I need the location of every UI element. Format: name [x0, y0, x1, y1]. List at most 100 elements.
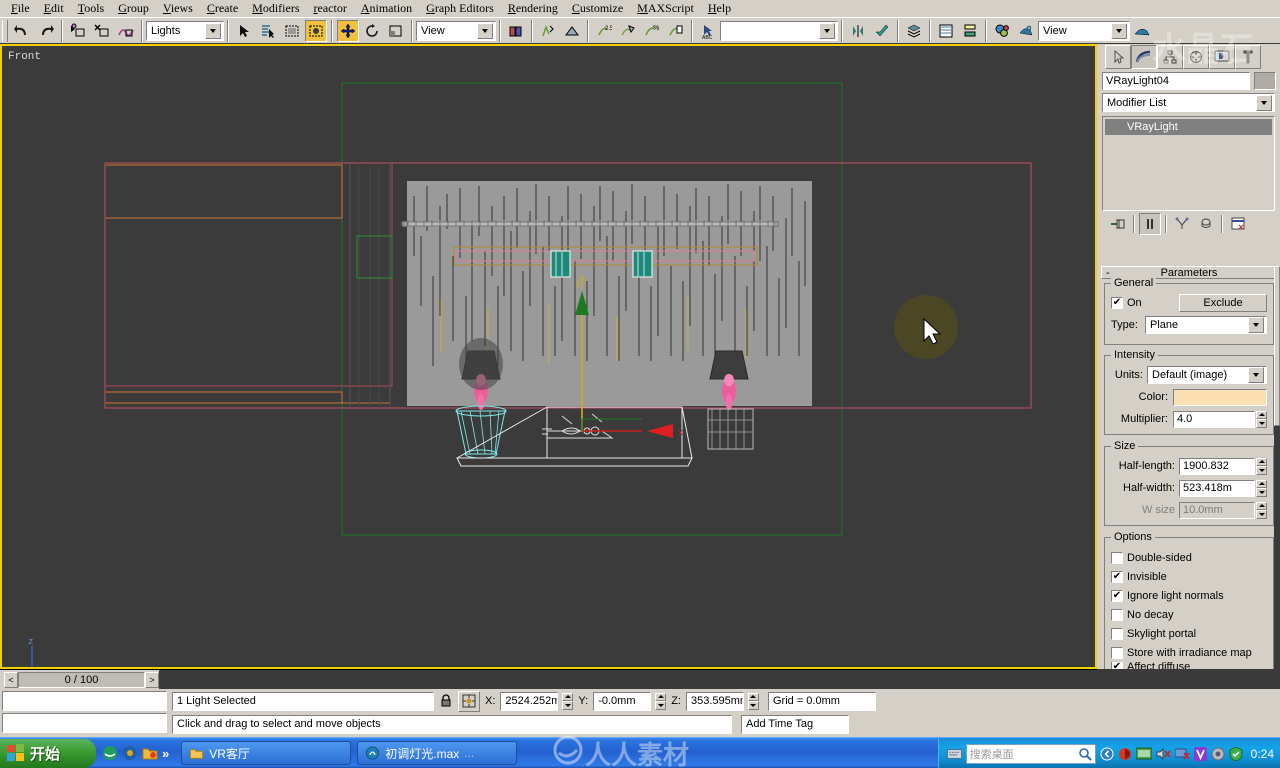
- menu-item-help[interactable]: Help: [701, 0, 738, 17]
- option-double-sided[interactable]: Double-sided: [1111, 548, 1267, 567]
- menu-item-file[interactable]: File: [4, 0, 37, 17]
- security-icon[interactable]: [1229, 746, 1243, 761]
- menu-item-create[interactable]: Create: [200, 0, 245, 17]
- render-setup-icon[interactable]: [1015, 19, 1037, 42]
- clock[interactable]: 0:24: [1251, 747, 1274, 761]
- select-and-rotate-icon[interactable]: [361, 19, 383, 42]
- time-slider[interactable]: < 0 / 100 >: [4, 671, 159, 688]
- percent-snap-icon[interactable]: %: [641, 19, 663, 42]
- redo-icon[interactable]: [35, 19, 57, 42]
- layer-manager-icon[interactable]: [903, 19, 925, 42]
- mirror-tool-icon[interactable]: [847, 19, 869, 42]
- double-sided-checkbox[interactable]: [1111, 551, 1123, 564]
- option-no-decay[interactable]: No decay: [1111, 605, 1267, 624]
- multiplier-field[interactable]: 4.0: [1173, 410, 1255, 428]
- modifier-list-combo[interactable]: Modifier List: [1102, 93, 1275, 112]
- selection-lock-icon[interactable]: [437, 690, 455, 712]
- network-disconnected-icon[interactable]: [1174, 747, 1190, 761]
- scrollbar-thumb[interactable]: [1274, 266, 1280, 426]
- browser-icon[interactable]: [102, 745, 118, 761]
- taskbar-item-max-file[interactable]: 初调灯光.max ...: [357, 741, 518, 765]
- menu-item-maxscript[interactable]: MAXScript: [630, 0, 701, 17]
- unlink-icon[interactable]: [91, 19, 113, 42]
- v-icon[interactable]: [1193, 746, 1207, 761]
- units-combo[interactable]: Default (image): [1147, 366, 1267, 384]
- menu-item-modifiers[interactable]: Modifiers: [245, 0, 306, 17]
- modifier-stack[interactable]: VRayLight: [1102, 116, 1275, 211]
- track-bar[interactable]: [159, 669, 1097, 690]
- network-icon[interactable]: [1135, 747, 1152, 760]
- search-input[interactable]: 搜索桌面: [965, 743, 1096, 764]
- menu-item-graph-editors[interactable]: Graph Editors: [419, 0, 501, 17]
- use-pivot-center-icon[interactable]: [505, 19, 527, 42]
- viewport-front[interactable]: Front y x z: [0, 44, 1097, 669]
- hierarchy-tab[interactable]: [1157, 45, 1183, 69]
- object-color-swatch[interactable]: [1254, 72, 1276, 90]
- utilities-tab[interactable]: [1235, 45, 1261, 69]
- undo-icon[interactable]: [11, 19, 33, 42]
- snap-toggle-icon[interactable]: [537, 19, 559, 42]
- object-name-field[interactable]: VRayLight04: [1102, 72, 1250, 90]
- named-selection-sets-combo[interactable]: [720, 20, 838, 41]
- next-frame-arrow-icon[interactable]: >: [145, 671, 159, 688]
- absolute-relative-transform-icon[interactable]: [458, 690, 480, 712]
- option-ignore-light-normals[interactable]: ✔ Ignore light normals: [1111, 586, 1267, 605]
- half-length-spinner[interactable]: [1256, 457, 1267, 475]
- light-type-combo[interactable]: Plane: [1145, 316, 1267, 334]
- x-coordinate-field[interactable]: 2524.252m: [500, 691, 559, 711]
- skylight-portal-checkbox[interactable]: [1111, 627, 1123, 640]
- show-hidden-icon[interactable]: [1100, 747, 1114, 761]
- material-editor-icon[interactable]: [991, 19, 1013, 42]
- select-link-icon[interactable]: [67, 19, 89, 42]
- spinner-snap-icon[interactable]: [665, 19, 687, 42]
- select-object-icon[interactable]: [233, 19, 255, 42]
- command-panel-scrollbar[interactable]: [1274, 266, 1280, 669]
- collapse-icon[interactable]: -: [1106, 267, 1110, 279]
- bind-spacewarp-icon[interactable]: [115, 19, 137, 42]
- option-affect-diffuse[interactable]: ✔ Affect diffuse: [1111, 662, 1267, 669]
- menu-item-views[interactable]: Views: [156, 0, 200, 17]
- menu-item-rendering[interactable]: Rendering: [501, 0, 565, 17]
- z-spinner[interactable]: [747, 692, 759, 710]
- option-invisible[interactable]: ✔ Invisible: [1111, 567, 1267, 586]
- edit-named-selections-icon[interactable]: ABC: [697, 19, 719, 42]
- menu-item-edit[interactable]: Edit: [37, 0, 71, 17]
- curve-editor-icon[interactable]: [935, 19, 957, 42]
- menu-item-customize[interactable]: Customize: [565, 0, 630, 17]
- taskbar-item-vr-living-room[interactable]: VR客厅: [181, 741, 352, 765]
- reference-coordinate-system-combo[interactable]: View: [416, 20, 496, 41]
- modifier-stack-item-vraylight[interactable]: VRayLight: [1105, 119, 1272, 135]
- chevron-down-icon[interactable]: [1256, 94, 1272, 111]
- previous-frame-arrow-icon[interactable]: <: [4, 671, 18, 688]
- rectangular-selection-icon[interactable]: [281, 19, 303, 42]
- no-decay-checkbox[interactable]: [1111, 608, 1123, 621]
- listener-line-2[interactable]: [2, 713, 167, 733]
- half-width-field[interactable]: 523.418m: [1179, 479, 1255, 497]
- chevron-down-icon[interactable]: [205, 22, 221, 39]
- overflow-label[interactable]: »: [162, 746, 169, 761]
- option-skylight-portal[interactable]: Skylight portal: [1111, 624, 1267, 643]
- chevron-down-icon[interactable]: [1248, 317, 1264, 333]
- volume-muted-icon[interactable]: [1156, 747, 1171, 761]
- multiplier-spinner[interactable]: [1256, 410, 1267, 428]
- pin-stack-icon[interactable]: [1107, 213, 1129, 235]
- make-unique-icon[interactable]: [1171, 213, 1193, 235]
- render-production-icon[interactable]: [1131, 19, 1153, 42]
- window-crossing-icon[interactable]: [305, 19, 327, 42]
- show-end-result-icon[interactable]: [1139, 213, 1161, 235]
- schematic-view-icon[interactable]: [959, 19, 981, 42]
- remove-modifier-icon[interactable]: [1195, 213, 1217, 235]
- listener-line-1[interactable]: [2, 691, 167, 711]
- light-color-swatch[interactable]: [1173, 388, 1267, 406]
- y-spinner[interactable]: [655, 692, 667, 710]
- viewport-render-combo[interactable]: View: [1038, 20, 1130, 41]
- create-tab[interactable]: [1105, 45, 1131, 69]
- exclude-button[interactable]: Exclude: [1179, 294, 1267, 312]
- store-irradiance-checkbox[interactable]: [1111, 646, 1123, 659]
- affect-diffuse-checkbox[interactable]: ✔: [1111, 662, 1123, 669]
- align-tool-icon[interactable]: [871, 19, 893, 42]
- select-and-scale-icon[interactable]: [385, 19, 407, 42]
- z-coordinate-field[interactable]: 353.595mm: [685, 691, 744, 711]
- ignore-light-normals-checkbox[interactable]: ✔: [1111, 589, 1123, 602]
- maxscript-mini-listener[interactable]: [2, 691, 167, 735]
